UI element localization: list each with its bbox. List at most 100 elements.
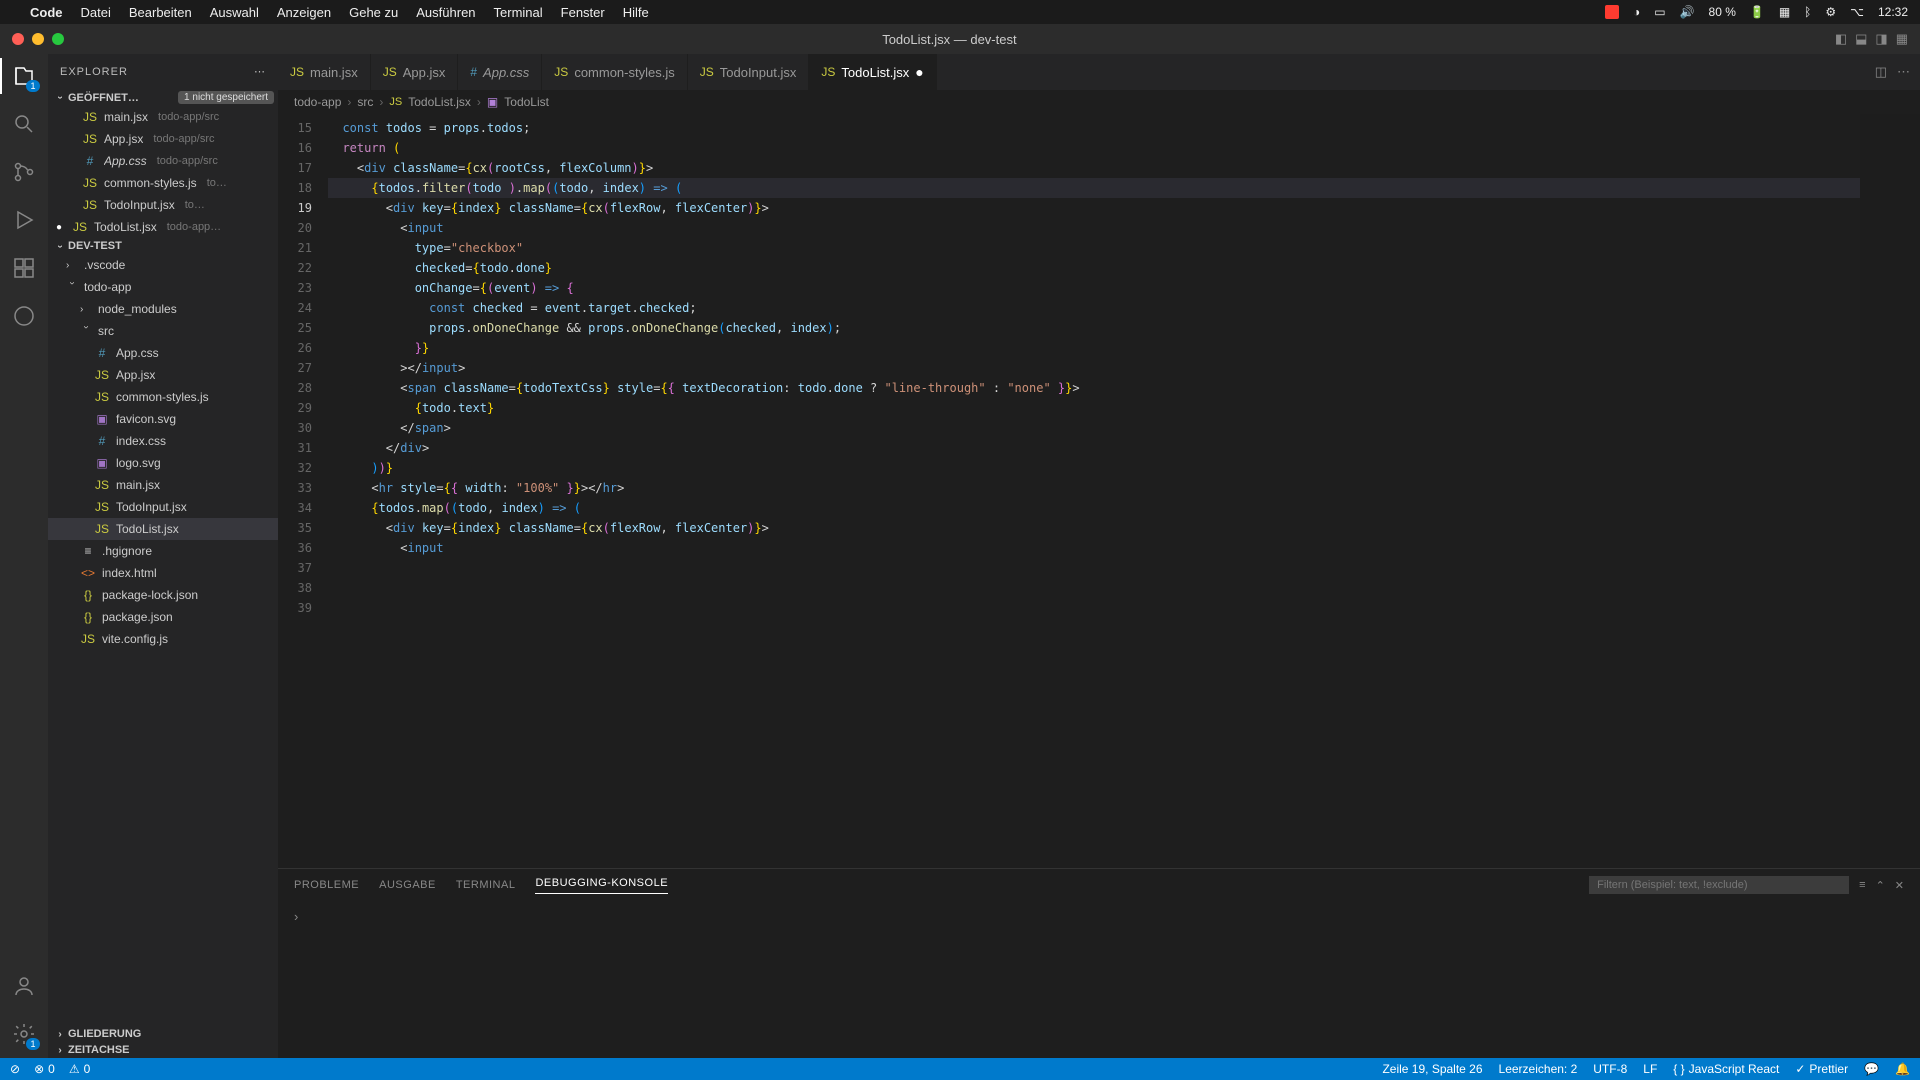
- status-lang[interactable]: { } JavaScript React: [1673, 1062, 1779, 1076]
- debug-console-body[interactable]: ›: [278, 901, 1920, 1058]
- display-icon[interactable]: ▭: [1654, 5, 1665, 19]
- open-editor-item[interactable]: JSmain.jsxtodo-app/src: [48, 106, 278, 128]
- breadcrumb-item[interactable]: TodoList: [504, 95, 549, 109]
- file-item[interactable]: {}package-lock.json: [48, 584, 278, 606]
- tray-icon[interactable]: ▦: [1779, 5, 1790, 19]
- file-item[interactable]: ▣favicon.svg: [48, 408, 278, 430]
- workspace-section[interactable]: › DEV-TEST: [48, 238, 278, 254]
- battery-icon[interactable]: 🔋: [1750, 5, 1765, 19]
- editor-tab[interactable]: JSApp.jsx: [371, 54, 459, 90]
- file-item[interactable]: JSApp.jsx: [48, 364, 278, 386]
- close-window-button[interactable]: [12, 33, 24, 45]
- status-bell-icon[interactable]: 🔔: [1895, 1062, 1910, 1076]
- toggle-panel-icon[interactable]: ⬓: [1855, 31, 1867, 47]
- remote-indicator[interactable]: ⊘: [10, 1062, 20, 1076]
- status-encoding[interactable]: UTF-8: [1593, 1062, 1627, 1076]
- file-item[interactable]: JSvite.config.js: [48, 628, 278, 650]
- breadcrumbs[interactable]: todo-app› src› JS TodoList.jsx› ▣ TodoLi…: [278, 90, 1920, 114]
- editor-tab[interactable]: JSTodoList.jsx●: [809, 54, 936, 90]
- file-item[interactable]: #App.css: [48, 342, 278, 364]
- menu-terminal[interactable]: Terminal: [494, 5, 543, 20]
- minimize-window-button[interactable]: [32, 33, 44, 45]
- panel-tab-debug-console[interactable]: DEBUGGING-KONSOLE: [535, 877, 668, 894]
- open-editor-item[interactable]: ●JSTodoList.jsxtodo-app…: [48, 216, 278, 238]
- editor-tab[interactable]: #App.css: [458, 54, 542, 90]
- breadcrumb-item[interactable]: todo-app: [294, 95, 341, 109]
- editor-tab[interactable]: JScommon-styles.js: [542, 54, 687, 90]
- file-item[interactable]: JSTodoList.jsx: [48, 518, 278, 540]
- status-cursor[interactable]: Zeile 19, Spalte 26: [1382, 1062, 1482, 1076]
- file-item[interactable]: JSmain.jsx: [48, 474, 278, 496]
- editor-more-icon[interactable]: ⋯: [1897, 64, 1910, 80]
- bluetooth-icon[interactable]: ᛒ: [1804, 5, 1811, 19]
- maximize-window-button[interactable]: [52, 33, 64, 45]
- status-icon[interactable]: ◑: [1633, 5, 1640, 19]
- status-spaces[interactable]: Leerzeichen: 2: [1499, 1062, 1578, 1076]
- menu-file[interactable]: Datei: [81, 5, 111, 20]
- panel-tab-output[interactable]: AUSGABE: [379, 879, 436, 891]
- panel-settings-icon[interactable]: ≡: [1859, 879, 1865, 891]
- toggle-secondary-icon[interactable]: ◨: [1875, 31, 1887, 47]
- file-item[interactable]: JScommon-styles.js: [48, 386, 278, 408]
- folder-item[interactable]: ›node_modules: [48, 298, 278, 320]
- file-item[interactable]: {}package.json: [48, 606, 278, 628]
- control-center-icon[interactable]: ⌥: [1850, 5, 1864, 19]
- open-editor-item[interactable]: JSTodoInput.jsxto…: [48, 194, 278, 216]
- outline-section[interactable]: › GLIEDERUNG: [48, 1026, 278, 1042]
- file-item[interactable]: ≡.hgignore: [48, 540, 278, 562]
- battery-percent[interactable]: 80 %: [1709, 5, 1736, 19]
- panel-tab-terminal[interactable]: TERMINAL: [456, 879, 516, 891]
- menu-selection[interactable]: Auswahl: [210, 5, 259, 20]
- status-errors[interactable]: ⊗ 0: [34, 1062, 55, 1076]
- panel-maximize-icon[interactable]: ⌃: [1876, 879, 1885, 892]
- source-control-activity-icon[interactable]: [10, 158, 38, 186]
- split-editor-icon[interactable]: ◫: [1875, 64, 1887, 80]
- menu-run[interactable]: Ausführen: [416, 5, 475, 20]
- status-warnings[interactable]: ⚠ 0: [69, 1062, 90, 1076]
- folder-item[interactable]: ›src: [48, 320, 278, 342]
- breadcrumb-item[interactable]: src: [357, 95, 373, 109]
- menu-window[interactable]: Fenster: [561, 5, 605, 20]
- code-editor[interactable]: 1516171819202122232425262728293031323334…: [278, 114, 1920, 868]
- search-activity-icon[interactable]: [10, 110, 38, 138]
- file-item[interactable]: ▣logo.svg: [48, 452, 278, 474]
- editor-tab[interactable]: JSTodoInput.jsx: [688, 54, 810, 90]
- open-editor-item[interactable]: JSApp.jsxtodo-app/src: [48, 128, 278, 150]
- app-name[interactable]: Code: [30, 5, 63, 20]
- status-feedback-icon[interactable]: 💬: [1864, 1062, 1879, 1076]
- menu-help[interactable]: Hilfe: [623, 5, 649, 20]
- open-editors-section[interactable]: › GEÖFFNET… 1 nicht gespeichert: [48, 89, 278, 106]
- wifi-icon[interactable]: ⚙: [1825, 5, 1836, 19]
- file-item[interactable]: JSTodoInput.jsx: [48, 496, 278, 518]
- menu-edit[interactable]: Bearbeiten: [129, 5, 192, 20]
- file-item[interactable]: #index.css: [48, 430, 278, 452]
- debug-console-filter-input[interactable]: [1589, 876, 1849, 894]
- folder-item[interactable]: ›todo-app: [48, 276, 278, 298]
- editor-tab[interactable]: JSmain.jsx: [278, 54, 371, 90]
- settings-activity-icon[interactable]: 1: [10, 1020, 38, 1048]
- menu-go[interactable]: Gehe zu: [349, 5, 398, 20]
- recording-icon[interactable]: [1605, 5, 1619, 19]
- customize-layout-icon[interactable]: ▦: [1896, 31, 1908, 47]
- remote-activity-icon[interactable]: [10, 302, 38, 330]
- status-eol[interactable]: LF: [1643, 1062, 1657, 1076]
- sound-icon[interactable]: 🔊: [1680, 5, 1695, 19]
- clock[interactable]: 12:32: [1878, 5, 1908, 19]
- file-item[interactable]: <>index.html: [48, 562, 278, 584]
- panel-tab-problems[interactable]: PROBLEME: [294, 879, 359, 891]
- explorer-activity-icon[interactable]: 1: [10, 62, 38, 90]
- accounts-activity-icon[interactable]: [10, 972, 38, 1000]
- timeline-section[interactable]: › ZEITACHSE: [48, 1042, 278, 1058]
- open-editor-item[interactable]: #App.csstodo-app/src: [48, 150, 278, 172]
- run-debug-activity-icon[interactable]: [10, 206, 38, 234]
- minimap[interactable]: [1860, 114, 1920, 868]
- breadcrumb-item[interactable]: TodoList.jsx: [408, 95, 471, 109]
- open-editor-item[interactable]: JScommon-styles.jsto…: [48, 172, 278, 194]
- explorer-more-icon[interactable]: ⋯: [254, 65, 266, 78]
- panel-close-icon[interactable]: ✕: [1895, 879, 1904, 892]
- extensions-activity-icon[interactable]: [10, 254, 38, 282]
- toggle-sidebar-icon[interactable]: ◧: [1835, 31, 1847, 47]
- status-prettier[interactable]: ✓ Prettier: [1795, 1062, 1848, 1076]
- menu-view[interactable]: Anzeigen: [277, 5, 331, 20]
- folder-item[interactable]: ›.vscode: [48, 254, 278, 276]
